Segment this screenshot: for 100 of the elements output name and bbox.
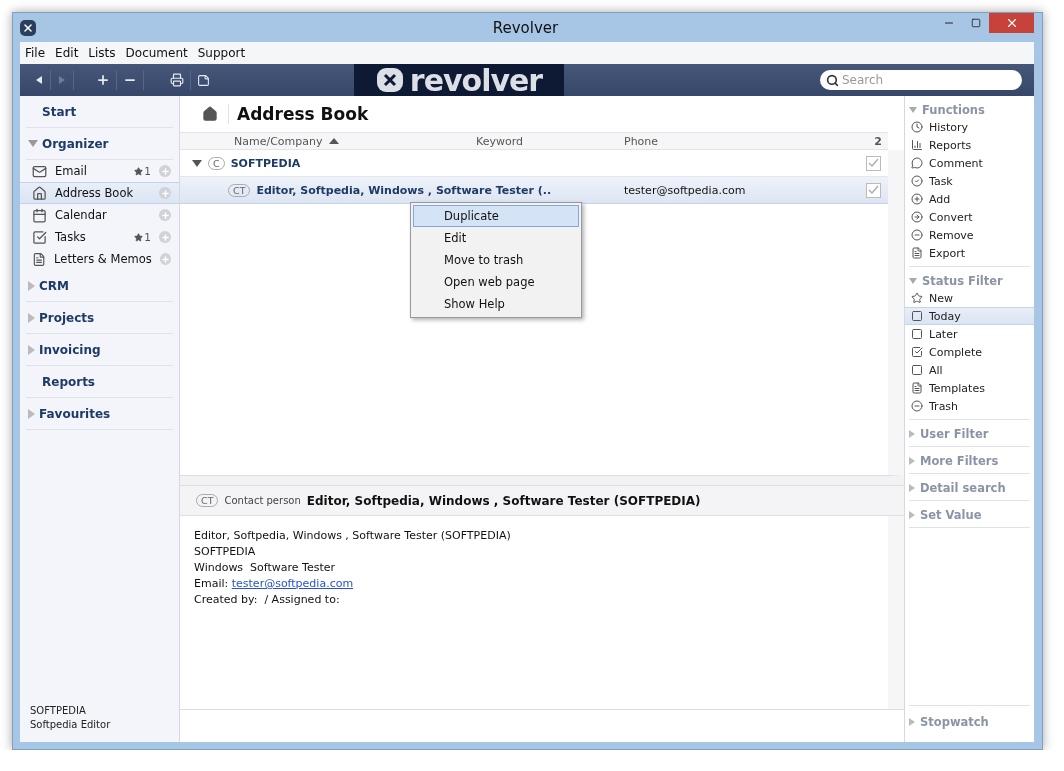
sidebar-item[interactable]: Email 1 xyxy=(20,160,179,182)
item-icon xyxy=(911,193,923,205)
filter-item[interactable]: Trash xyxy=(905,397,1034,415)
item-icon xyxy=(911,364,923,376)
pane-splitter[interactable] xyxy=(180,476,904,486)
function-item[interactable]: Convert xyxy=(905,208,1034,226)
name-cell: SOFTPEDIA xyxy=(230,156,301,170)
table-row[interactable]: CT Editor, Softpedia, Windows , Software Tester (.. tester@softpedia.com xyxy=(180,177,888,204)
item-icon xyxy=(911,247,923,259)
filter-item[interactable]: Templates xyxy=(905,379,1034,397)
function-item[interactable]: Reports xyxy=(905,136,1034,154)
menu-item[interactable]: Document xyxy=(120,46,193,60)
add-icon[interactable] xyxy=(159,165,171,177)
sidebar-item[interactable]: Letters & Memos xyxy=(20,248,179,270)
item-icon xyxy=(32,207,47,223)
column-header[interactable]: Name/Company xyxy=(180,134,476,148)
sidebar-section[interactable]: Invoicing xyxy=(26,334,173,366)
filter-item[interactable]: Today xyxy=(905,307,1034,325)
context-menu-item[interactable]: Edit xyxy=(413,227,579,249)
sidebar-section[interactable]: CRM xyxy=(26,270,173,302)
add-icon[interactable] xyxy=(159,209,171,221)
add-icon[interactable] xyxy=(159,231,171,243)
context-menu-item[interactable]: Move to trash xyxy=(413,249,579,271)
filter-item[interactable]: New xyxy=(905,289,1034,307)
record-type: Contact person xyxy=(224,495,301,506)
detail-line: Windows Software Tester xyxy=(194,560,337,576)
row-count: 2 xyxy=(873,134,883,148)
app-icon xyxy=(20,19,36,36)
function-item[interactable]: Task xyxy=(905,172,1034,190)
item-icon xyxy=(32,163,47,179)
printer-icon xyxy=(170,73,184,87)
email-link[interactable]: tester@softpedia.com xyxy=(231,577,354,590)
item-icon xyxy=(911,139,923,151)
search-icon xyxy=(826,74,839,87)
sidebar-section[interactable]: Reports xyxy=(26,366,173,398)
context-menu-item[interactable]: Duplicate xyxy=(413,205,579,227)
row-checkbox[interactable] xyxy=(865,155,881,171)
filter-item[interactable]: All xyxy=(905,361,1034,379)
menu-item[interactable]: File xyxy=(20,46,51,60)
expanded-icon[interactable] xyxy=(192,159,202,167)
row-checkbox[interactable] xyxy=(865,182,881,198)
sidebar-item[interactable]: Calendar xyxy=(20,204,179,226)
page-title: Address Book xyxy=(228,104,369,124)
function-item[interactable]: Comment xyxy=(905,154,1034,172)
filter-item[interactable]: Complete xyxy=(905,343,1034,361)
item-icon xyxy=(32,229,47,245)
detail-line: Email: tester@softpedia.com xyxy=(194,576,355,592)
sidebar-item[interactable]: Address Book xyxy=(20,182,179,204)
context-menu-item[interactable]: Show Help xyxy=(413,293,579,315)
add-icon[interactable] xyxy=(159,253,171,265)
logo-icon xyxy=(375,67,404,93)
detail-line: Created by: / Assigned to: xyxy=(194,592,341,608)
detail-line: SOFTPEDIA xyxy=(194,544,257,560)
context-menu-item[interactable]: Open web page xyxy=(413,271,579,293)
item-icon xyxy=(911,310,923,322)
note-icon xyxy=(197,73,210,87)
detail-line: Editor, Softpedia, Windows , Software Tester (SOFTPEDIA) xyxy=(194,528,512,544)
item-icon xyxy=(32,185,47,201)
function-item[interactable]: History xyxy=(905,118,1034,136)
sidebar-item[interactable]: Tasks 1 xyxy=(20,226,179,248)
close-button[interactable] xyxy=(989,13,1034,33)
item-icon xyxy=(911,382,923,394)
name-cell: Editor, Softpedia, Windows , Software Tester (.. xyxy=(256,183,552,197)
item-icon xyxy=(911,400,923,412)
menu-item[interactable]: Support xyxy=(192,46,251,60)
home-icon xyxy=(202,106,218,122)
menu-item[interactable]: Edit xyxy=(50,46,84,60)
maximize-icon xyxy=(970,18,981,28)
count-badge: 1 xyxy=(134,165,151,177)
item-icon xyxy=(911,346,923,358)
filter-item[interactable]: Later xyxy=(905,325,1034,343)
sidebar-section[interactable]: Start xyxy=(26,96,173,128)
item-icon xyxy=(911,229,923,241)
plus-icon xyxy=(96,73,110,87)
user-label: Softpedia Editor xyxy=(30,718,112,732)
app-logo: revolver xyxy=(354,64,564,96)
item-icon xyxy=(911,157,923,169)
sidebar-section[interactable]: Organizer xyxy=(26,128,173,160)
sidebar-section[interactable]: Favourites xyxy=(26,398,173,430)
menu-item[interactable]: Lists xyxy=(83,46,121,60)
detail-title: Editor, Softpedia, Windows , Software Tester (SOFTPEDIA) xyxy=(306,493,701,508)
function-item[interactable]: Add xyxy=(905,190,1034,208)
window-title: Revolver xyxy=(491,18,560,37)
function-item[interactable]: Remove xyxy=(905,226,1034,244)
column-header[interactable]: Phone xyxy=(624,134,858,148)
item-icon xyxy=(911,121,923,133)
phone-cell-text: tester@softpedia.com xyxy=(624,183,747,197)
item-icon xyxy=(911,175,923,187)
sidebar-section[interactable]: Projects xyxy=(26,302,173,334)
add-icon[interactable] xyxy=(159,187,171,199)
item-icon xyxy=(911,328,923,340)
item-icon xyxy=(911,211,923,223)
column-header[interactable]: Keyword xyxy=(476,134,624,148)
item-icon xyxy=(911,292,923,304)
function-item[interactable]: Export xyxy=(905,244,1034,262)
item-icon xyxy=(32,251,47,267)
search-field[interactable]: Search xyxy=(820,70,1022,90)
user-label: SOFTPEDIA xyxy=(30,704,87,718)
count-badge: 1 xyxy=(134,231,151,243)
forward-icon xyxy=(57,75,67,85)
